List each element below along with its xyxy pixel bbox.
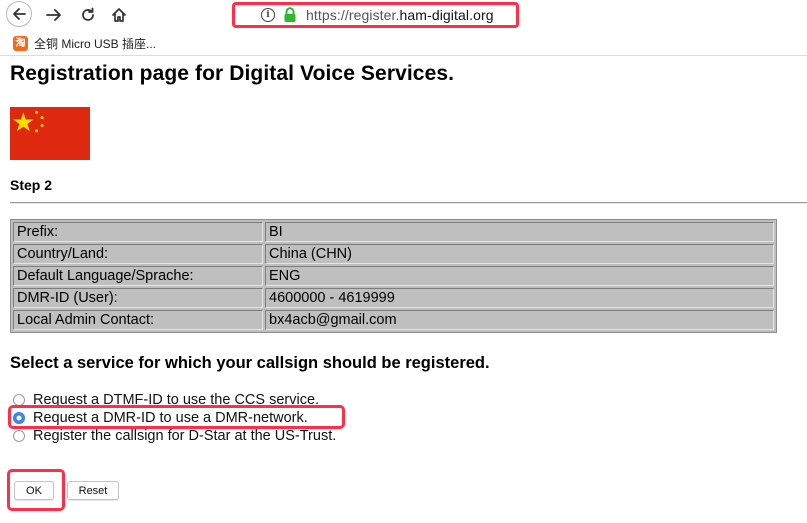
- service-heading: Select a service for which your callsign…: [10, 354, 490, 372]
- bookmark-label: 全铜 Micro USB 插座...: [34, 37, 157, 51]
- arrow-left-icon: [13, 8, 26, 20]
- bookmark-item[interactable]: 淘 全铜 Micro USB 插座...: [13, 35, 156, 52]
- info-icon[interactable]: i: [261, 8, 275, 22]
- option-dtmf-id[interactable]: Request a DTMF-ID to use the CCS service…: [13, 391, 336, 409]
- step-title: Step 2: [10, 177, 53, 193]
- home-button[interactable]: [105, 2, 133, 28]
- back-button[interactable]: [6, 1, 32, 27]
- option-dmr-id[interactable]: Request a DMR-ID to use a DMR-network.: [13, 409, 336, 427]
- table-cell-key: Prefix:: [13, 222, 263, 242]
- url-domain: ham-digital.org: [399, 7, 494, 23]
- table-cell-value: ENG: [265, 266, 774, 286]
- table-cell-key: Local Admin Contact:: [13, 310, 263, 330]
- radio-dstar[interactable]: [13, 430, 25, 442]
- option-dstar[interactable]: Register the callsign for D-Star at the …: [13, 427, 336, 445]
- table-cell-value: 4600000 - 4619999: [265, 288, 774, 308]
- ok-button[interactable]: OK: [14, 481, 54, 500]
- browser-toolbar: i https://register.ham-digital.org: [0, 0, 807, 30]
- reload-icon: [82, 7, 94, 21]
- option-label: Request a DMR-ID to use a DMR-network.: [33, 410, 308, 426]
- home-icon: [112, 8, 126, 22]
- radio-dtmf-id[interactable]: [13, 394, 25, 406]
- page-title: Registration page for Digital Voice Serv…: [10, 62, 455, 85]
- china-flag: [10, 107, 90, 160]
- reload-button[interactable]: [74, 2, 102, 28]
- option-label: Register the callsign for D-Star at the …: [33, 428, 337, 444]
- table-cell-key: Country/Land:: [13, 244, 263, 264]
- url-text: https://register.ham-digital.org: [306, 7, 494, 23]
- arrow-right-icon: [46, 9, 61, 21]
- table-row: Prefix: BI: [13, 222, 774, 242]
- option-label: Request a DTMF-ID to use the CCS service…: [33, 392, 320, 408]
- table-row: Country/Land: China (CHN): [13, 244, 774, 264]
- lock-icon: [284, 7, 296, 22]
- bookmarks-bar: 淘 全铜 Micro USB 插座...: [0, 30, 807, 56]
- registration-info-table: Prefix: BI Country/Land: China (CHN) Def…: [10, 219, 777, 333]
- taobao-icon: 淘: [13, 36, 28, 51]
- forward-button[interactable]: [40, 2, 68, 28]
- table-row: DMR-ID (User): 4600000 - 4619999: [13, 288, 774, 308]
- table-cell-key: Default Language/Sprache:: [13, 266, 263, 286]
- divider: [10, 202, 807, 204]
- table-cell-value: China (CHN): [265, 244, 774, 264]
- table-row: Default Language/Sprache: ENG: [13, 266, 774, 286]
- url-prefix: https://register.: [306, 7, 400, 23]
- table-cell-value: bx4acb@gmail.com: [265, 310, 774, 330]
- reset-button[interactable]: Reset: [67, 481, 119, 500]
- radio-dmr-id[interactable]: [13, 412, 25, 424]
- service-options: Request a DTMF-ID to use the CCS service…: [13, 391, 336, 445]
- url-bar[interactable]: i https://register.ham-digital.org: [232, 2, 519, 28]
- table-cell-value: BI: [265, 222, 774, 242]
- table-cell-key: DMR-ID (User):: [13, 288, 263, 308]
- table-row: Local Admin Contact: bx4acb@gmail.com: [13, 310, 774, 330]
